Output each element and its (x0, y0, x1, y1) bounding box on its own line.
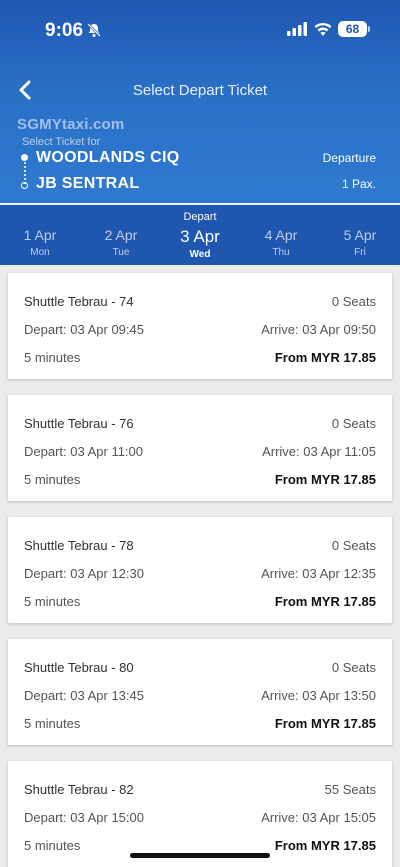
ticket-arrive: Arrive: 03 Apr 12:35 (261, 566, 376, 581)
date-tab-1-apr[interactable]: 1 Apr Mon (5, 227, 75, 258)
ticket-card[interactable]: Shuttle Tebrau - 78 0 Seats Depart: 03 Ap… (8, 517, 392, 623)
ticket-duration: 5 minutes (24, 716, 81, 731)
ticket-price: From MYR 17.85 (274, 350, 376, 365)
date-day: 3 Apr (180, 227, 220, 246)
header: 9:06 68 Select Depart Ticket SGMYtaxi.co… (0, 0, 400, 203)
destination-station: JB SENTRAL (36, 175, 140, 192)
ticket-seats: 0 Seats (331, 294, 376, 309)
date-day: 2 Apr (104, 227, 138, 243)
ticket-arrive: Arrive: 03 Apr 15:05 (261, 810, 376, 825)
wifi-icon (314, 22, 332, 36)
ticket-arrive: Arrive: 03 Apr 13:50 (261, 688, 376, 703)
date-bar-label: Depart (183, 211, 217, 223)
destination-dot (21, 182, 28, 189)
battery-tip (368, 26, 370, 32)
ticket-name: Shuttle Tebrau - 78 (24, 538, 134, 553)
date-weekday: Thu (272, 247, 290, 258)
ticket-card[interactable]: Shuttle Tebrau - 82 55 Seats Depart: 03 A… (8, 761, 392, 867)
ticket-duration: 5 minutes (24, 350, 81, 365)
ticket-name: Shuttle Tebrau - 76 (24, 416, 134, 431)
battery-icon: 68 (338, 21, 367, 37)
ticket-price: From MYR 17.85 (274, 838, 376, 853)
date-tab-5-apr[interactable]: 5 Apr Fri (325, 227, 395, 258)
status-bar: 9:06 68 (0, 0, 400, 60)
home-indicator[interactable] (130, 853, 270, 858)
ticket-name: Shuttle Tebrau - 82 (24, 782, 134, 797)
route-line (24, 158, 26, 184)
date-weekday: Tue (112, 247, 130, 258)
ticket-depart: Depart: 03 Apr 13:45 (24, 688, 144, 703)
ticket-seats: 0 Seats (331, 660, 376, 675)
ticket-name: Shuttle Tebrau - 80 (24, 660, 134, 675)
date-weekday: Mon (30, 247, 50, 258)
ticket-arrive: Arrive: 03 Apr 09:50 (261, 322, 376, 337)
ticket-price: From MYR 17.85 (274, 472, 376, 487)
ticket-card[interactable]: Shuttle Tebrau - 80 0 Seats Depart: 03 Ap… (8, 639, 392, 745)
ticket-depart: Depart: 03 Apr 15:00 (24, 810, 144, 825)
direction-label: Departure (322, 151, 376, 165)
signal-icon (287, 22, 307, 36)
ticket-depart: Depart: 03 Apr 09:45 (24, 322, 144, 337)
ticket-card[interactable]: Shuttle Tebrau - 76 0 Seats Depart: 03 Ap… (8, 395, 392, 501)
date-weekday: Fri (354, 247, 366, 258)
date-tab-3-apr[interactable]: 3 Apr Wed (165, 227, 235, 260)
ticket-duration: 5 minutes (24, 838, 81, 853)
ticket-depart: Depart: 03 Apr 12:30 (24, 566, 144, 581)
ticket-seats: 55 Seats (324, 782, 376, 797)
ticket-price: From MYR 17.85 (274, 594, 376, 609)
origin-station: WOODLANDS CIQ (36, 149, 180, 166)
ticket-seats: 0 Seats (331, 416, 376, 431)
status-time: 9:06 (45, 20, 84, 41)
date-tab-4-apr[interactable]: 4 Apr Thu (246, 227, 316, 258)
ticket-name: Shuttle Tebrau - 74 (24, 294, 134, 309)
ticket-depart: Depart: 03 Apr 11:00 (24, 444, 144, 459)
ticket-arrive: Arrive: 03 Apr 11:05 (262, 444, 376, 459)
passenger-count: 1 Pax. (341, 177, 376, 191)
bell-off-icon (87, 23, 101, 37)
date-day: 4 Apr (264, 227, 298, 243)
ticket-price: From MYR 17.85 (274, 716, 376, 731)
date-weekday: Wed (189, 249, 211, 260)
page-title: Select Depart Ticket (132, 82, 268, 99)
ticket-duration: 5 minutes (24, 594, 81, 609)
ticket-card[interactable]: Shuttle Tebrau - 74 0 Seats Depart: 03 Ap… (8, 273, 392, 379)
select-ticket-label: Select Ticket for (22, 136, 101, 148)
date-tab-2-apr[interactable]: 2 Apr Tue (86, 227, 156, 258)
date-selector: Depart 1 Apr Mon 2 Apr Tue 3 Apr Wed 4 A… (0, 203, 400, 265)
ticket-seats: 0 Seats (331, 538, 376, 553)
watermark-logo: SGMYtaxi.com (17, 116, 125, 133)
date-day: 1 Apr (23, 227, 57, 243)
date-day: 5 Apr (343, 227, 377, 243)
ticket-duration: 5 minutes (24, 472, 81, 487)
